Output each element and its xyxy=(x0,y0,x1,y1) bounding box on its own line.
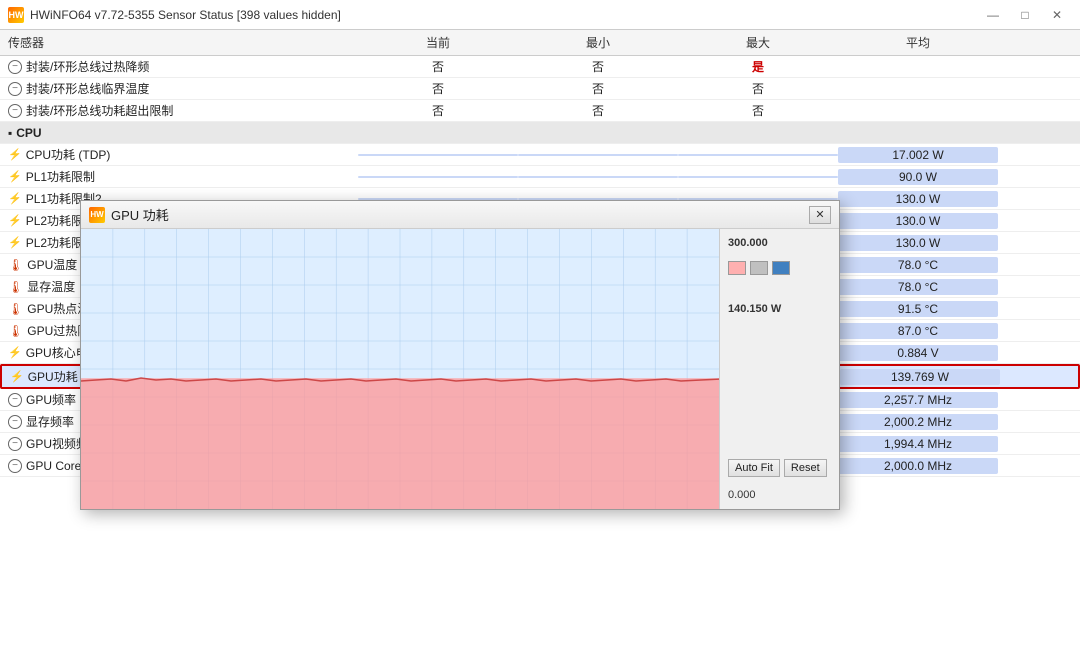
col-min: 最小 xyxy=(518,34,678,51)
maximize-button[interactable]: □ xyxy=(1010,4,1040,26)
chart-area xyxy=(81,229,719,509)
col-max: 最大 xyxy=(678,34,838,51)
row-label: ⚡ PL1功耗限制 xyxy=(8,168,358,185)
circle-minus-icon: − xyxy=(8,393,22,407)
temp-icon: 🌡 xyxy=(8,280,23,294)
lightning-icon: ⚡ xyxy=(8,236,22,249)
gpu-power-dialog: HW GPU 功耗 ✕ xyxy=(80,200,840,510)
row-value-min: 否 xyxy=(518,102,678,119)
main-content: 传感器 当前 最小 最大 平均 − 封装/环形总线过热降频 否 否 是 − 封装… xyxy=(0,30,1080,646)
row-value-max xyxy=(678,154,838,156)
title-bar-left: HW HWiNFO64 v7.72-5355 Sensor Status [39… xyxy=(8,7,341,23)
row-value-avg: 130.0 W xyxy=(838,235,998,251)
legend-color-blue xyxy=(772,261,790,275)
table-row: − 封装/环形总线过热降频 否 否 是 xyxy=(0,56,1080,78)
row-value-max: 是 xyxy=(678,58,838,75)
row-label: − 封装/环形总线临界温度 xyxy=(8,80,358,97)
chart-legend xyxy=(728,261,831,275)
row-value-max: 否 xyxy=(678,80,838,97)
row-value-avg: 2,000.2 MHz xyxy=(838,414,998,430)
row-value-avg: 139.769 W xyxy=(840,369,1000,385)
auto-fit-button[interactable]: Auto Fit xyxy=(728,459,780,477)
title-bar-controls: — □ ✕ xyxy=(978,4,1072,26)
table-header: 传感器 当前 最小 最大 平均 xyxy=(0,30,1080,56)
row-value-current xyxy=(358,154,518,156)
lightning-icon: ⚡ xyxy=(8,192,22,205)
close-button[interactable]: ✕ xyxy=(1042,4,1072,26)
window-title: HWiNFO64 v7.72-5355 Sensor Status [398 v… xyxy=(30,8,341,22)
temp-icon: 🌡 xyxy=(8,324,23,338)
row-value-avg: 87.0 °C xyxy=(838,323,998,339)
row-value-avg: 2,000.0 MHz xyxy=(838,458,998,474)
circle-minus-icon: − xyxy=(8,104,22,118)
minimize-button[interactable]: — xyxy=(978,4,1008,26)
row-value-current xyxy=(358,176,518,178)
lightning-icon: ⚡ xyxy=(8,170,22,183)
row-value-max xyxy=(678,176,838,178)
reset-button[interactable]: Reset xyxy=(784,459,827,477)
row-value-min xyxy=(518,176,678,178)
lightning-icon: ⚡ xyxy=(8,214,22,227)
table-row: − 封装/环形总线临界温度 否 否 否 xyxy=(0,78,1080,100)
dialog-title: GPU 功耗 xyxy=(111,205,169,224)
title-bar: HW HWiNFO64 v7.72-5355 Sensor Status [39… xyxy=(0,0,1080,30)
legend-color-gray xyxy=(750,261,768,275)
row-value-avg: 91.5 °C xyxy=(838,301,998,317)
temp-icon: 🌡 xyxy=(8,302,23,316)
row-value-current: 否 xyxy=(358,102,518,119)
row-label: ⚡ CPU功耗 (TDP) xyxy=(8,146,358,163)
chart-current-value: 140.150 W xyxy=(728,303,831,315)
row-value-min: 否 xyxy=(518,58,678,75)
row-value-avg: 130.0 W xyxy=(838,213,998,229)
col-avg: 平均 xyxy=(838,34,998,51)
app-icon: HW xyxy=(8,7,24,23)
row-value-avg: 90.0 W xyxy=(838,169,998,185)
legend-color-pink xyxy=(728,261,746,275)
lightning-icon: ⚡ xyxy=(8,346,22,359)
temp-icon: 🌡 xyxy=(8,258,23,272)
row-value-avg: 17.002 W xyxy=(838,147,998,163)
row-value-current: 否 xyxy=(358,58,518,75)
row-value-avg: 2,257.7 MHz xyxy=(838,392,998,408)
dialog-close-button[interactable]: ✕ xyxy=(809,206,831,224)
row-label: − 封装/环形总线功耗超出限制 xyxy=(8,102,358,119)
circle-minus-icon: − xyxy=(8,459,22,473)
row-value-avg: 78.0 °C xyxy=(838,257,998,273)
dialog-title-left: HW GPU 功耗 xyxy=(89,205,169,224)
group-header-cpu: ▪ CPU xyxy=(0,122,1080,144)
chart-action-buttons: Auto Fit Reset xyxy=(728,459,831,477)
lightning-icon: ⚡ xyxy=(8,148,22,161)
dialog-title-bar: HW GPU 功耗 ✕ xyxy=(81,201,839,229)
circle-minus-icon: − xyxy=(8,415,22,429)
row-value-current: 否 xyxy=(358,80,518,97)
circle-minus-icon: − xyxy=(8,60,22,74)
chart-max-value: 300.000 xyxy=(728,237,831,249)
row-value-avg: 0.884 V xyxy=(838,345,998,361)
group-label: ▪ CPU xyxy=(8,126,358,140)
chart-sidebar: 300.000 140.150 W Auto Fit Reset 0.000 xyxy=(719,229,839,509)
chart-grid-svg xyxy=(81,229,719,509)
row-value-min xyxy=(518,154,678,156)
circle-minus-icon: − xyxy=(8,82,22,96)
row-value-avg: 78.0 °C xyxy=(838,279,998,295)
row-value-avg: 130.0 W xyxy=(838,191,998,207)
table-row: − 封装/环形总线功耗超出限制 否 否 否 xyxy=(0,100,1080,122)
dialog-body: 300.000 140.150 W Auto Fit Reset 0.000 xyxy=(81,229,839,509)
col-current: 当前 xyxy=(358,34,518,51)
row-value-max: 否 xyxy=(678,102,838,119)
row-label: − 封装/环形总线过热降频 xyxy=(8,58,358,75)
dialog-app-icon: HW xyxy=(89,207,105,223)
row-value-avg: 1,994.4 MHz xyxy=(838,436,998,452)
table-row: ⚡ PL1功耗限制 90.0 W xyxy=(0,166,1080,188)
chart-min-value: 0.000 xyxy=(728,489,831,501)
row-value-min: 否 xyxy=(518,80,678,97)
circle-minus-icon: − xyxy=(8,437,22,451)
col-sensor: 传感器 xyxy=(8,34,358,51)
lightning-icon: ⚡ xyxy=(10,370,24,383)
table-row: ⚡ CPU功耗 (TDP) 17.002 W xyxy=(0,144,1080,166)
group-icon: ▪ xyxy=(8,126,12,140)
